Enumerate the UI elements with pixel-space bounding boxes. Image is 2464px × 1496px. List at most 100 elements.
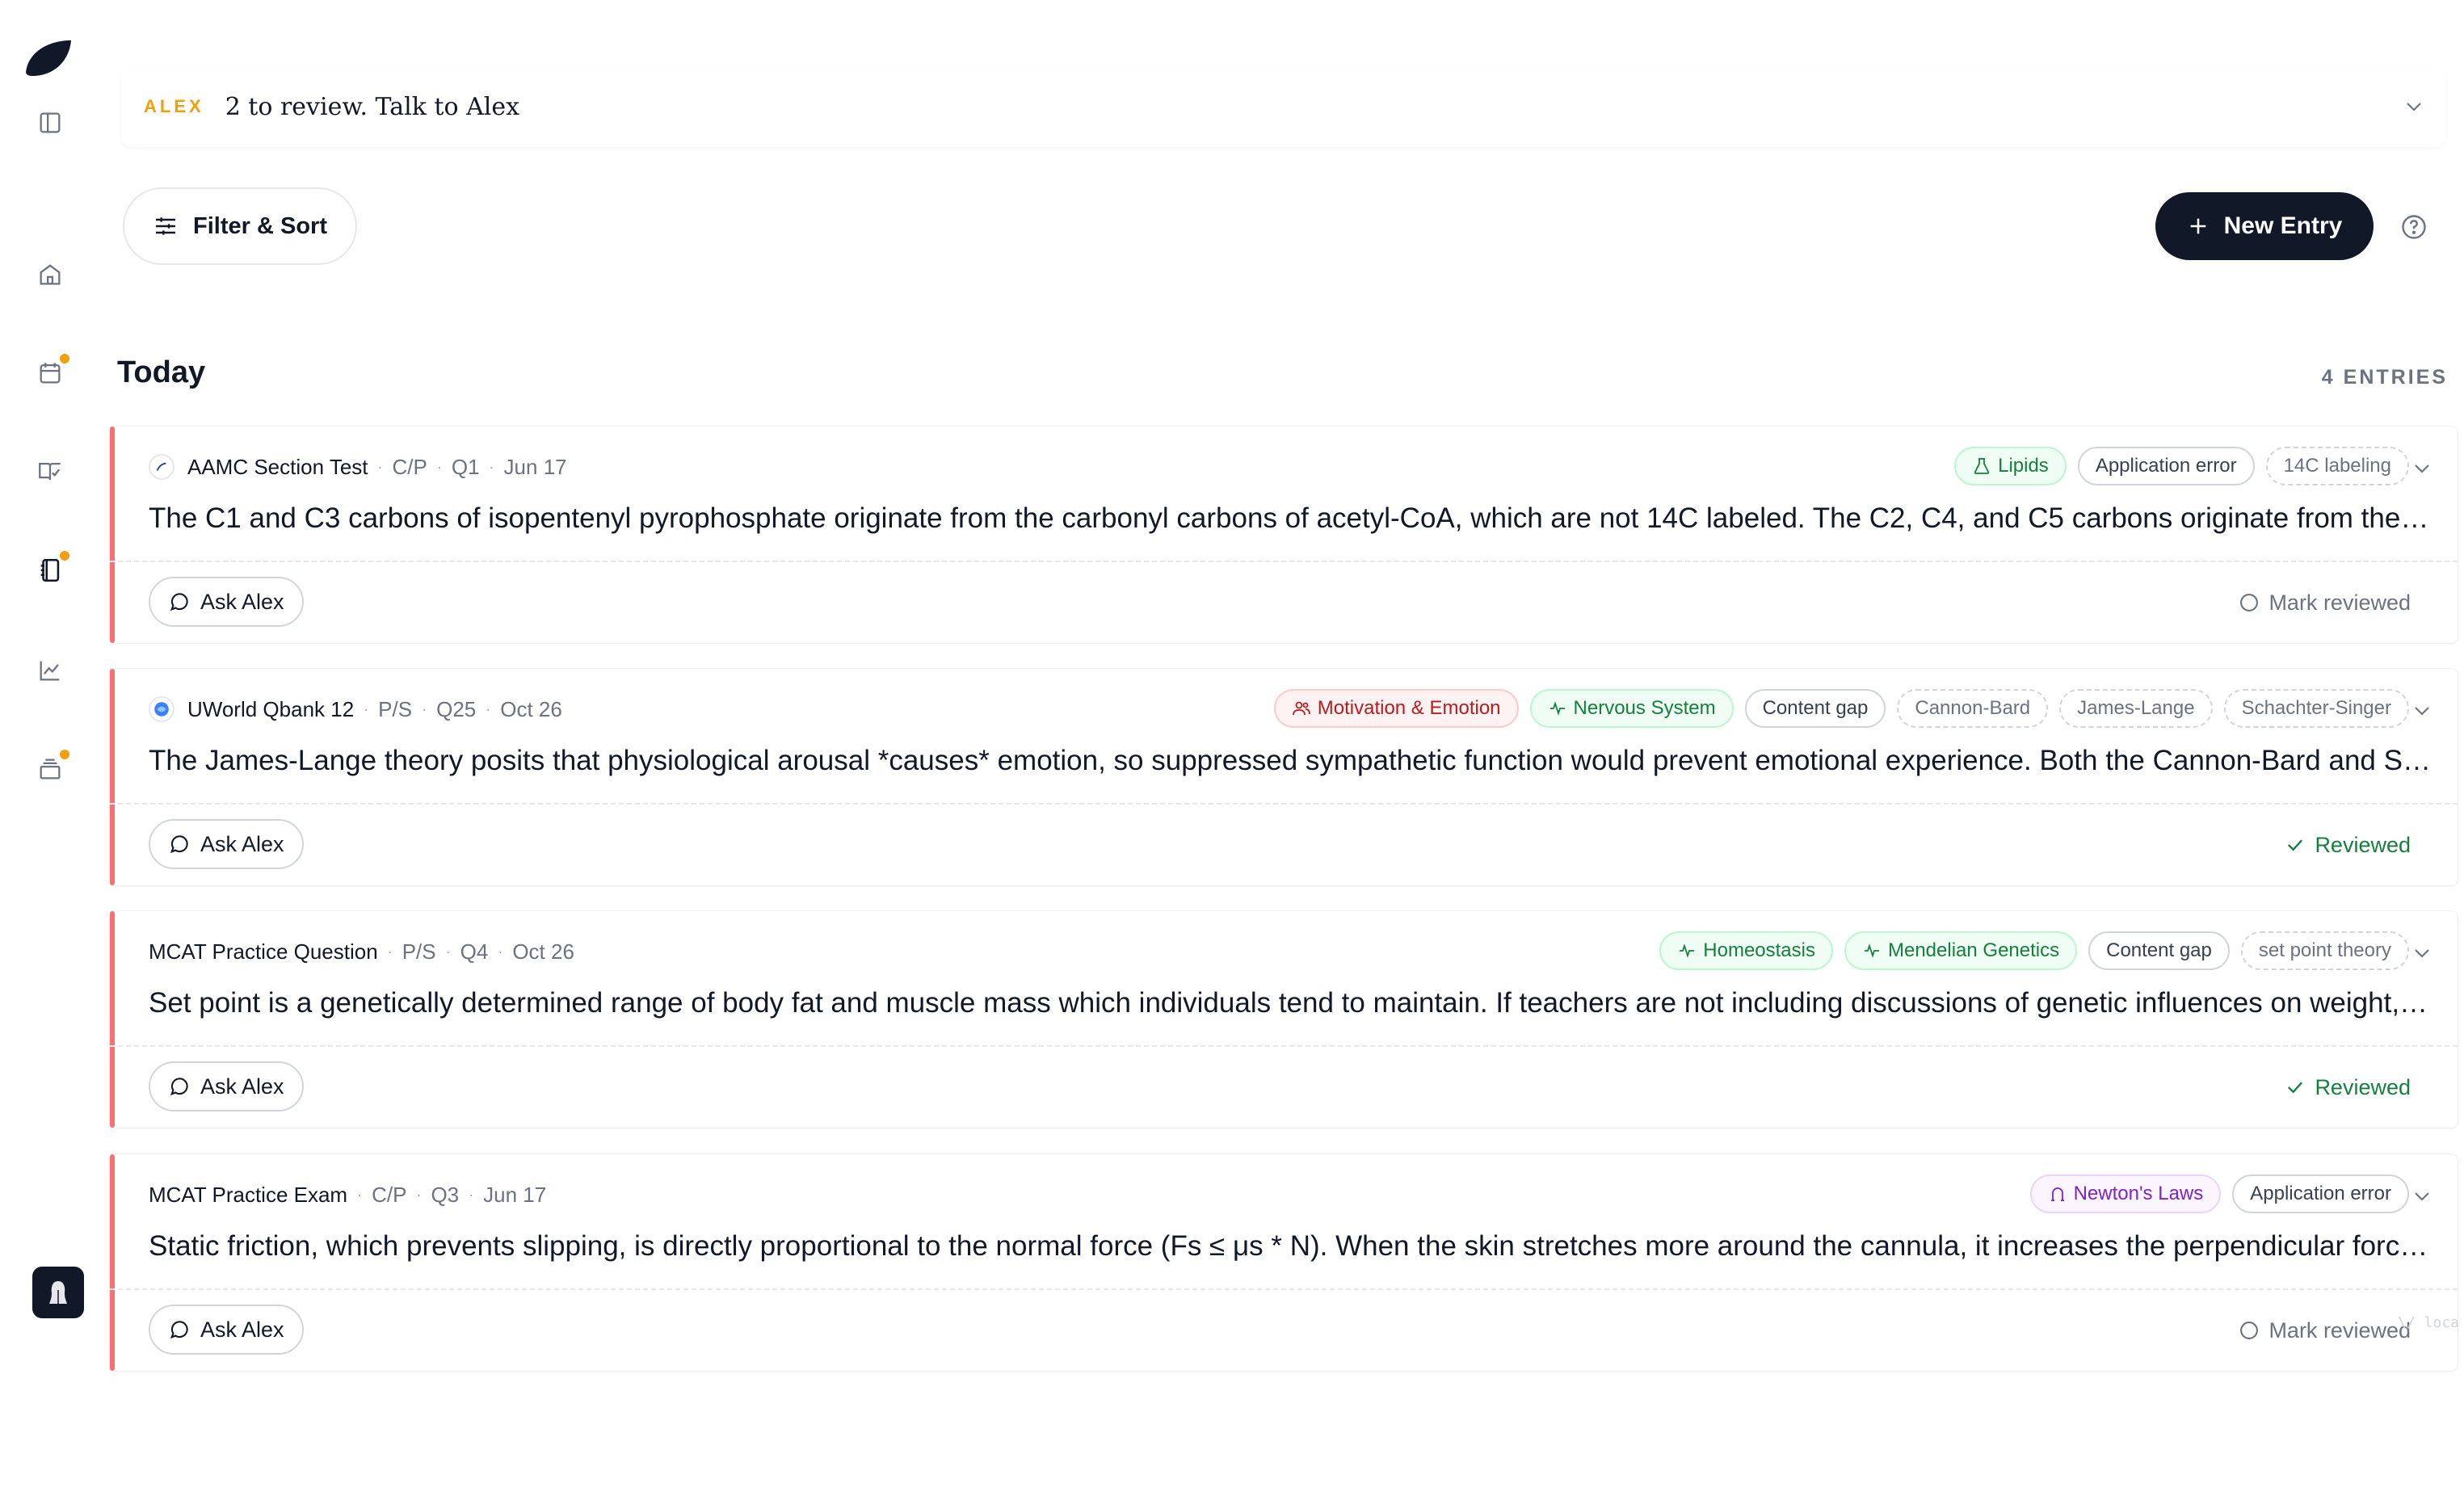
- tag-label: Motivation & Emotion: [1317, 697, 1501, 719]
- entry-tags: Lipids Application error 14C labeling: [1954, 446, 2409, 486]
- entry-question: Q3: [431, 1182, 460, 1207]
- users-icon: [1292, 699, 1311, 718]
- tag-label: set point theory: [2258, 939, 2391, 961]
- tag-chip[interactable]: Mendelian Genetics: [1844, 931, 2078, 970]
- tag-chip[interactable]: Nervous System: [1529, 689, 1734, 728]
- tag-label: Cannon-Bard: [1915, 697, 2031, 719]
- tag-chip[interactable]: Content gap: [1744, 689, 1886, 728]
- divider: [110, 1045, 2458, 1047]
- circle-icon: [2238, 1319, 2260, 1342]
- tag-chip[interactable]: Content gap: [2088, 931, 2230, 970]
- divider: [110, 1288, 2458, 1290]
- ask-alex-button[interactable]: Ask Alex: [149, 819, 304, 869]
- entry-source: MCAT Practice Exam: [149, 1182, 348, 1207]
- new-entry-label: New Entry: [2223, 212, 2343, 239]
- mark-reviewed-button[interactable]: Mark reviewed: [2238, 1313, 2411, 1348]
- entry-section: C/P: [372, 1182, 407, 1207]
- tag-label: Schachter-Singer: [2241, 697, 2391, 719]
- entry-text: Set point is a genetically determined ra…: [149, 987, 2435, 1019]
- entry-card[interactable]: UWorld Qbank 12 · P/S · Q25 · Oct 26 Motivation…: [110, 669, 2458, 885]
- entry-meta: AAMC Section Test · C/P · Q1 · Jun 17: [149, 449, 567, 485]
- tag-chip[interactable]: Application error: [2077, 447, 2255, 485]
- entry-question: Q4: [460, 939, 489, 964]
- chat-bubble-icon: [168, 590, 191, 613]
- chevron-down-icon[interactable]: [2409, 698, 2435, 724]
- sidebar-toggle-icon[interactable]: [32, 105, 68, 141]
- plus-icon: [2187, 215, 2210, 237]
- status-label: Reviewed: [2315, 832, 2411, 857]
- ask-alex-button[interactable]: Ask Alex: [149, 1305, 304, 1355]
- filter-sort-button[interactable]: Filter & Sort: [123, 187, 357, 265]
- tag-label: 14C labeling: [2283, 455, 2391, 477]
- entry-meta: MCAT Practice Question · P/S · Q4 · Oct 26: [149, 934, 574, 969]
- reviewed-status: Reviewed: [2284, 827, 2411, 863]
- tag-chip[interactable]: Lipids: [1954, 447, 2067, 485]
- tag-label: Application error: [2250, 1183, 2391, 1204]
- ask-alex-label: Ask Alex: [200, 589, 284, 614]
- book-check-icon[interactable]: [32, 454, 68, 490]
- app-logo[interactable]: [23, 36, 74, 81]
- tag-chip[interactable]: set point theory: [2240, 931, 2409, 970]
- ask-alex-button[interactable]: Ask Alex: [149, 1061, 304, 1111]
- tag-chip[interactable]: Motivation & Emotion: [1273, 689, 1519, 728]
- tag-chip[interactable]: Cannon-Bard: [1897, 689, 2049, 728]
- tag-chip[interactable]: Application error: [2232, 1175, 2409, 1213]
- separator-dot: ·: [387, 943, 393, 960]
- tag-chip[interactable]: Homeostasis: [1659, 931, 1833, 970]
- chat-bubble-icon: [168, 833, 191, 855]
- divider: [110, 561, 2458, 562]
- user-avatar[interactable]: [32, 1267, 84, 1318]
- entry-text: The C1 and C3 carbons of isopentenyl pyr…: [149, 502, 2435, 534]
- ask-alex-label: Ask Alex: [200, 1317, 284, 1342]
- status-label: Mark reviewed: [2268, 590, 2411, 615]
- separator-dot: ·: [416, 1186, 422, 1203]
- entry-card[interactable]: MCAT Practice Exam · C/P · Q3 · Jun 17 Newton's…: [110, 1154, 2459, 1371]
- chevron-down-icon[interactable]: [2409, 940, 2435, 966]
- tag-chip[interactable]: Schachter-Singer: [2223, 689, 2409, 728]
- divider: [110, 803, 2458, 805]
- entry-section: P/S: [378, 696, 413, 721]
- calendar-icon[interactable]: [32, 354, 69, 391]
- check-icon: [2284, 834, 2306, 856]
- pulse-icon: [1548, 699, 1567, 718]
- magnet-icon: [2048, 1184, 2067, 1204]
- entry-card[interactable]: AAMC Section Test · C/P · Q1 · Jun 17 Lipids App…: [110, 427, 2458, 643]
- archive-icon[interactable]: [32, 750, 69, 787]
- notification-dot: [60, 551, 69, 561]
- status-label: Mark reviewed: [2268, 1317, 2411, 1343]
- tag-label: Nervous System: [1573, 697, 1716, 719]
- entry-date: Jun 17: [483, 1182, 547, 1207]
- chart-icon[interactable]: [32, 653, 68, 688]
- entry-date: Jun 17: [503, 454, 567, 479]
- separator-dot: ·: [422, 700, 427, 717]
- entry-tags: Motivation & Emotion Nervous System Conten…: [1273, 688, 2409, 729]
- notification-dot: [60, 750, 69, 759]
- home-icon[interactable]: [32, 257, 68, 292]
- entry-date: Oct 26: [512, 939, 574, 964]
- entry-text: Static friction, which prevents slipping…: [149, 1230, 2435, 1262]
- check-icon: [2284, 1076, 2306, 1099]
- tag-chip[interactable]: James-Lange: [2059, 689, 2213, 728]
- separator-dot: ·: [357, 1186, 363, 1203]
- chevron-down-icon[interactable]: [2409, 1183, 2435, 1209]
- tag-chip[interactable]: Newton's Laws: [2029, 1175, 2222, 1213]
- help-icon[interactable]: [2399, 212, 2428, 242]
- entry-card[interactable]: MCAT Practice Question · P/S · Q4 · Oct 26 Home…: [110, 911, 2458, 1128]
- source-logo-icon: [149, 454, 174, 480]
- corner-note: \/ loca: [2398, 1314, 2459, 1331]
- new-entry-button[interactable]: New Entry: [2155, 192, 2374, 260]
- mark-reviewed-button[interactable]: Mark reviewed: [2238, 585, 2411, 620]
- chevron-down-icon[interactable]: [2409, 456, 2435, 481]
- alex-banner[interactable]: ALEX 2 to review. Talk to Alex: [121, 66, 2446, 147]
- tag-label: Application error: [2095, 455, 2237, 477]
- entry-date: Oct 26: [500, 696, 562, 721]
- tag-label: James-Lange: [2077, 697, 2195, 719]
- ask-alex-button[interactable]: Ask Alex: [149, 577, 304, 627]
- section-title: Today: [117, 355, 206, 389]
- chevron-down-icon[interactable]: [2401, 94, 2427, 120]
- tag-label: Content gap: [1762, 697, 1869, 719]
- notebook-icon[interactable]: [32, 551, 69, 588]
- sliders-icon: [153, 213, 179, 239]
- tag-chip[interactable]: 14C labeling: [2265, 447, 2409, 485]
- separator-dot: ·: [486, 700, 491, 717]
